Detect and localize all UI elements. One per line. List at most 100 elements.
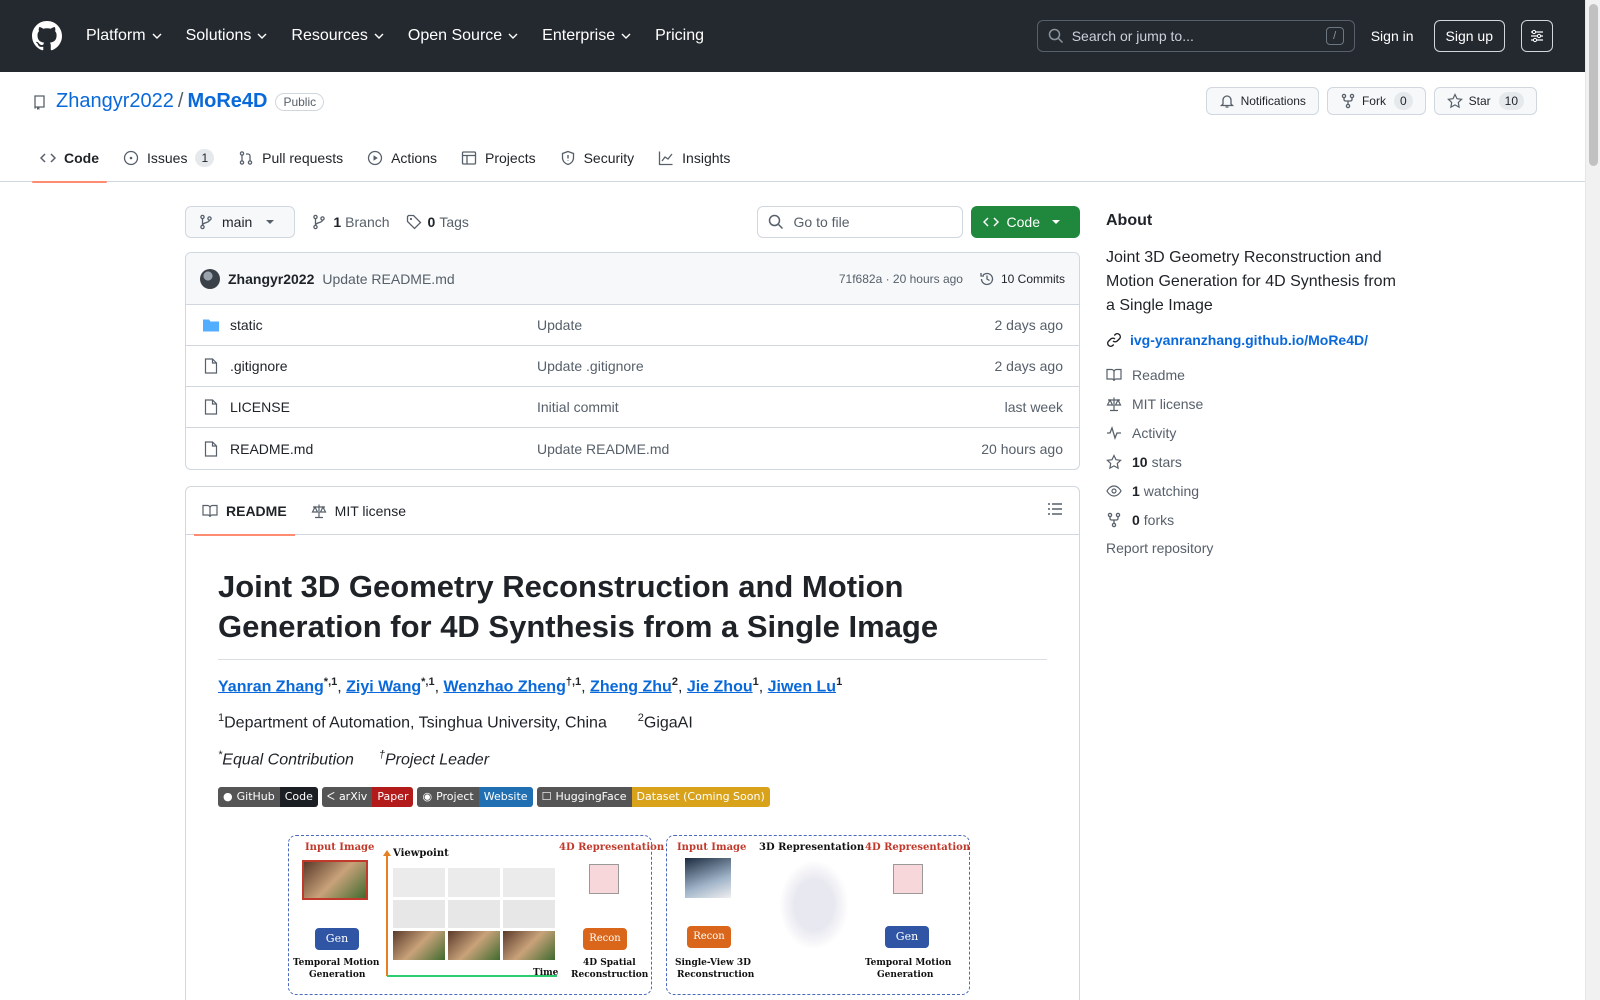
author-link[interactable]: Jie Zhou	[687, 678, 753, 695]
nav-resources[interactable]: Resources	[291, 27, 384, 45]
watchers-link[interactable]: 1 watching	[1106, 482, 1406, 499]
watching-count: 1	[1132, 482, 1140, 499]
tab-code[interactable]: Code	[32, 134, 107, 183]
pull-request-icon	[239, 151, 253, 165]
forks-count: 0	[1132, 511, 1140, 528]
homepage-link[interactable]: ivg-yanranzhang.github.io/MoRe4D/	[1106, 332, 1406, 348]
tab-issues[interactable]: Issues 1	[115, 134, 222, 182]
badge-left-text: Project	[436, 790, 474, 804]
avatar[interactable]	[200, 268, 220, 289]
author-sup: *,1	[323, 676, 338, 688]
readme-body: Joint 3D Geometry Reconstruction and Mot…	[186, 535, 1079, 995]
global-header: Platform Solutions Resources Open Source…	[0, 0, 1585, 72]
badge-left-text: HuggingFace	[555, 790, 627, 804]
fig-input-label: Input Image	[677, 841, 747, 853]
nav-solutions[interactable]: Solutions	[186, 27, 268, 45]
huggingface-dataset-badge[interactable]: ☐ HuggingFace Dataset (Coming Soon)	[536, 786, 770, 807]
repo-icon	[34, 94, 45, 110]
star-icon	[1106, 453, 1122, 469]
link-icon	[1107, 333, 1121, 347]
forks-link[interactable]: 0 forks	[1106, 511, 1406, 528]
badge-left-text: arXiv	[338, 790, 368, 804]
go-to-file-input[interactable]: Go to file	[756, 206, 963, 238]
commit-message-link[interactable]: Update README.md	[322, 271, 454, 287]
github-logo-icon[interactable]	[32, 20, 64, 52]
author-link[interactable]: Wenzhao Zheng	[443, 678, 565, 695]
tab-label: Issues	[147, 150, 188, 166]
fork-label: Fork	[1361, 94, 1386, 108]
outline-button[interactable]	[1047, 501, 1063, 520]
search-placeholder: Search or jump to...	[1071, 28, 1194, 44]
about-sidebar: About Joint 3D Geometry Reconstruction a…	[1106, 206, 1406, 556]
nav-label: Platform	[86, 27, 146, 44]
about-description: Joint 3D Geometry Reconstruction and Mot…	[1106, 249, 1396, 314]
tab-pull-requests[interactable]: Pull requests	[230, 134, 351, 182]
issue-icon	[123, 150, 139, 166]
github-code-badge[interactable]: ● GitHub Code	[218, 786, 318, 807]
commits-link[interactable]: 10 Commits	[979, 271, 1065, 287]
tab-readme[interactable]: README	[194, 487, 295, 536]
readme-label: Readme	[1132, 366, 1185, 383]
file-link[interactable]: README.md	[202, 441, 537, 457]
notifications-button[interactable]: Notifications	[1205, 87, 1319, 115]
tab-insights[interactable]: Insights	[650, 134, 738, 182]
nav-platform[interactable]: Platform	[86, 27, 162, 45]
author-link[interactable]: Zheng Zhu	[590, 678, 672, 695]
tags-link[interactable]: 0 Tags	[406, 214, 469, 230]
notifications-label: Notifications	[1240, 94, 1306, 108]
repo-owner-link[interactable]: Zhangyr2022	[56, 90, 174, 113]
tab-projects[interactable]: Projects	[453, 134, 544, 182]
author-link[interactable]: Yanran Zhang	[218, 678, 324, 695]
nav-pricing[interactable]: Pricing	[655, 27, 704, 45]
activity-link[interactable]: Activity	[1106, 424, 1406, 441]
arxiv-paper-badge[interactable]: ᐸ arXiv Paper	[321, 786, 414, 807]
code-button-label: Code	[1006, 214, 1040, 230]
tab-license[interactable]: MIT license	[303, 487, 414, 535]
report-repository-link[interactable]: Report repository	[1106, 540, 1406, 556]
code-dropdown-button[interactable]: Code	[970, 206, 1080, 238]
nav-open-source[interactable]: Open Source	[408, 27, 518, 45]
commit-author-link[interactable]: Zhangyr2022	[228, 271, 314, 287]
branch-select-button[interactable]: main	[185, 206, 296, 238]
license-label: MIT license	[1132, 395, 1204, 412]
file-link[interactable]: .gitignore	[202, 358, 537, 374]
star-button[interactable]: Star 10	[1433, 87, 1537, 115]
badge-left: ◉ Project	[417, 786, 479, 807]
sign-in-link[interactable]: Sign in	[1371, 28, 1414, 44]
author-sup: †,1	[565, 676, 582, 688]
menu-button[interactable]	[1521, 20, 1553, 52]
commit-meta[interactable]: 71f682a · 20 hours ago	[839, 272, 963, 286]
author-sup: 1	[752, 676, 759, 688]
author-link[interactable]: Ziyi Wang	[346, 678, 421, 695]
tab-security[interactable]: Security	[552, 134, 643, 182]
tab-actions[interactable]: Actions	[359, 134, 445, 182]
scrollbar-thumb[interactable]	[1589, 4, 1598, 166]
stars-link[interactable]: 10 stars	[1106, 453, 1406, 470]
go-to-file-placeholder: Go to file	[793, 214, 850, 230]
nav-label: Open Source	[407, 27, 503, 44]
sign-up-button[interactable]: Sign up	[1433, 20, 1505, 52]
file-commit-link[interactable]: Initial commit	[537, 399, 1005, 415]
fork-count: 0	[1393, 92, 1413, 110]
file-commit-link[interactable]: Update README.md	[537, 441, 981, 457]
fork-button[interactable]: Fork 0	[1326, 87, 1426, 115]
license-link[interactable]: MIT license	[1106, 395, 1406, 412]
project-website-badge[interactable]: ◉ Project Website	[417, 786, 533, 807]
stars-label: stars	[1151, 453, 1182, 470]
file-row: LICENSE Initial commit last week	[186, 387, 1079, 428]
file-commit-link[interactable]: Update .gitignore	[537, 358, 995, 374]
search-input[interactable]: Search or jump to... /	[1036, 20, 1355, 52]
file-link[interactable]: LICENSE	[202, 399, 537, 415]
branches-link[interactable]: 1 Branch	[311, 214, 390, 230]
chevron-down-icon	[508, 33, 518, 39]
input-image-thumbnail	[685, 857, 731, 898]
file-commit-link[interactable]: Update	[537, 317, 995, 333]
vertical-scrollbar[interactable]	[1585, 0, 1600, 1000]
stars-count: 10	[1132, 453, 1148, 470]
file-link[interactable]: static	[202, 317, 537, 333]
nav-enterprise[interactable]: Enterprise	[542, 27, 631, 45]
repo-name-link[interactable]: MoRe4D	[187, 90, 267, 113]
readme-link[interactable]: Readme	[1106, 366, 1406, 383]
author-link[interactable]: Jiwen Lu	[768, 678, 836, 695]
tab-label: Insights	[682, 150, 731, 166]
